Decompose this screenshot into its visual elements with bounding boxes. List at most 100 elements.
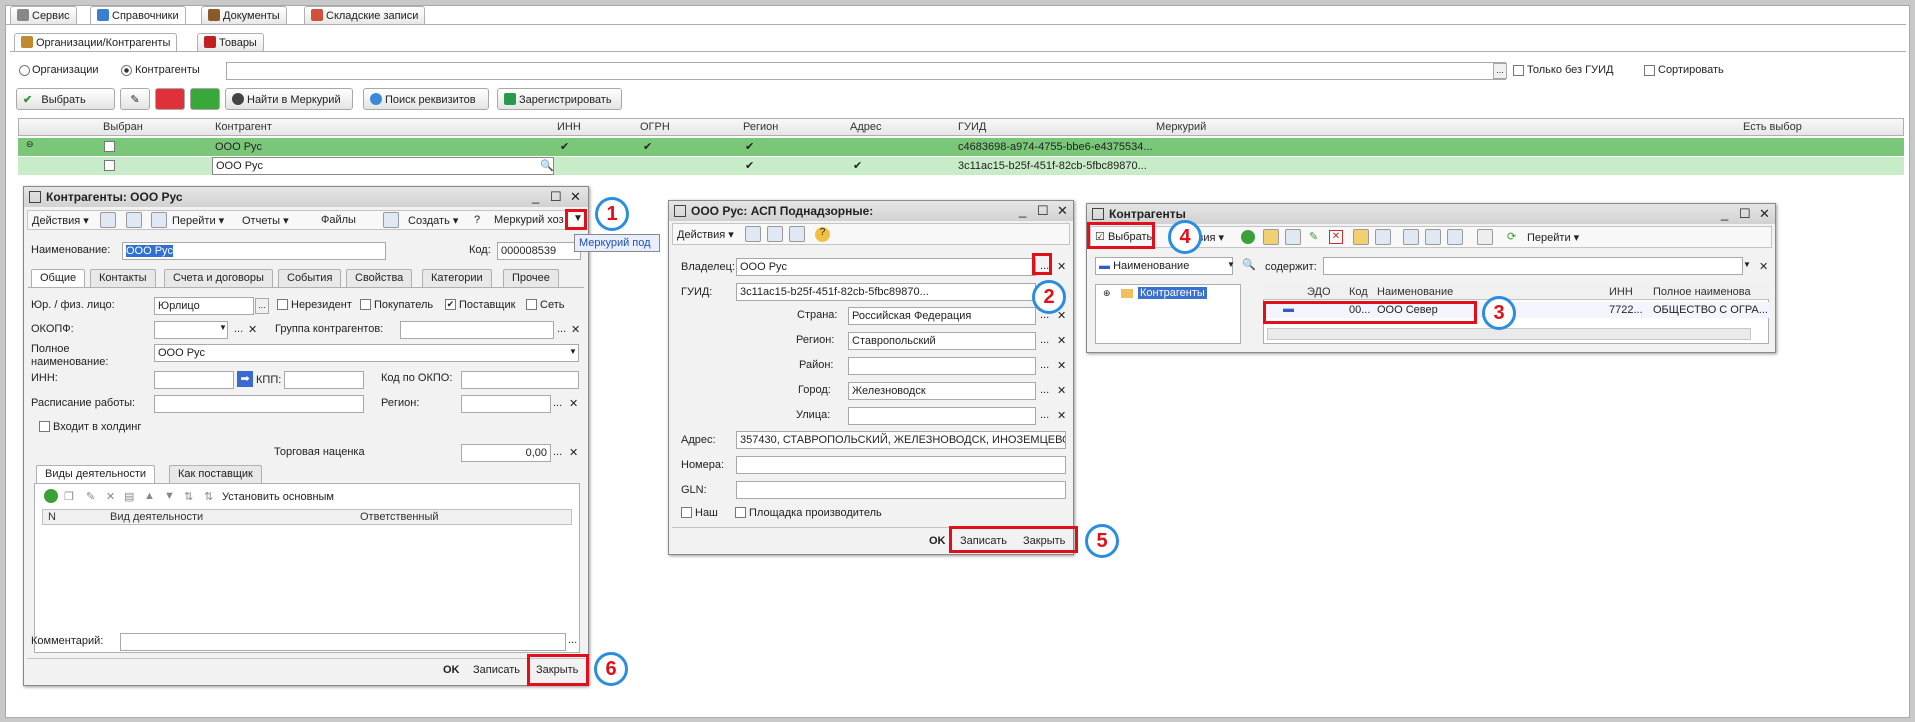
ok-button[interactable]: OK xyxy=(443,664,460,676)
inn-input[interactable] xyxy=(154,371,234,389)
arrow-up-icon[interactable]: ▲ xyxy=(144,490,155,502)
okpo-input[interactable] xyxy=(461,371,579,389)
menu-actions[interactable]: Действия ▾ xyxy=(677,228,734,241)
copy-icon[interactable] xyxy=(151,212,167,228)
arrow-right-icon[interactable]: ➡ xyxy=(237,371,253,387)
sort-desc-icon[interactable]: ⇅ xyxy=(204,490,213,503)
numbers-input[interactable] xyxy=(736,456,1066,474)
tab-warehouse[interactable]: Складские записи xyxy=(304,6,426,24)
clear-icon[interactable]: ✕ xyxy=(569,446,578,459)
kpp-input[interactable] xyxy=(284,371,364,389)
pencil-icon[interactable]: ✎ xyxy=(86,490,95,503)
row-checkbox[interactable] xyxy=(104,141,115,152)
chevron-down-icon[interactable]: ▼ xyxy=(569,347,577,356)
find-mercury-button[interactable]: Найти в Меркурий xyxy=(225,88,353,110)
fullname-input[interactable]: ООО Рус xyxy=(154,344,579,362)
radio-kontr[interactable] xyxy=(121,65,132,76)
copy-icon[interactable] xyxy=(789,226,805,242)
chevron-down-icon[interactable]: ▼ xyxy=(1743,260,1751,269)
ours-checkbox[interactable] xyxy=(681,507,692,518)
guid-input[interactable]: 3c11ac15-b25f-451f-82cb-5fbc89870... xyxy=(736,283,1036,301)
menu-reports[interactable]: Отчеты ▾ xyxy=(242,214,289,227)
okopf-dots[interactable]: ... xyxy=(234,323,243,335)
set-main-button[interactable]: Установить основным xyxy=(222,491,334,503)
horizontal-scrollbar[interactable] xyxy=(1267,328,1751,340)
filter-field-select[interactable]: ▬ Наименование xyxy=(1095,257,1233,275)
delete-button[interactable] xyxy=(155,88,185,110)
tab-properties[interactable]: Свойства xyxy=(346,269,413,287)
schedule-input[interactable] xyxy=(154,395,364,413)
tab-as-supplier[interactable]: Как поставщик xyxy=(169,465,262,483)
arrow-down-icon[interactable]: ▼ xyxy=(164,490,175,502)
menu-goto[interactable]: Перейти ▾ xyxy=(1527,231,1579,244)
ok-button[interactable]: OK xyxy=(929,535,946,547)
minimize-icon[interactable]: _ xyxy=(1721,206,1728,221)
copy-icon[interactable]: ❐ xyxy=(64,490,74,503)
filter-settings-icon[interactable] xyxy=(1447,229,1463,245)
country-input[interactable]: Российская Федерация xyxy=(848,307,1036,325)
menu-actions[interactable]: Действия ▾ xyxy=(32,214,89,227)
markup-input[interactable]: 0,00 xyxy=(461,444,551,462)
filter-value-icon[interactable] xyxy=(1425,229,1441,245)
only-no-guid-checkbox[interactable] xyxy=(1513,65,1524,76)
region-input[interactable] xyxy=(461,395,551,413)
group-dots[interactable]: ... xyxy=(557,323,566,335)
sort-checkbox[interactable] xyxy=(1644,65,1655,76)
edit-button[interactable]: ✎ xyxy=(120,88,150,110)
tab-documents[interactable]: Документы xyxy=(201,6,287,24)
save-button[interactable]: Записать xyxy=(473,664,520,676)
add-icon[interactable] xyxy=(1241,230,1255,244)
row-kontr-edit[interactable]: ООО Рус xyxy=(212,157,554,175)
tab-general[interactable]: Общие xyxy=(31,269,86,287)
chevron-down-icon[interactable]: ▼ xyxy=(1227,260,1235,269)
add-icon[interactable] xyxy=(44,489,58,503)
search-req-button[interactable]: Поиск реквизитов xyxy=(363,88,489,110)
maximize-icon[interactable]: ☐ xyxy=(1739,206,1751,222)
tree-root[interactable]: Контрагенты xyxy=(1138,287,1207,299)
clear-icon[interactable]: ✕ xyxy=(1057,359,1066,372)
doc-icon[interactable] xyxy=(745,226,761,242)
clear-icon[interactable]: ✕ xyxy=(569,397,578,410)
district-dots[interactable]: ... xyxy=(1040,359,1049,371)
clear-icon[interactable]: ✕ xyxy=(1759,260,1768,273)
tab-contacts[interactable]: Контакты xyxy=(90,269,156,287)
gln-input[interactable] xyxy=(736,481,1066,499)
close-icon[interactable]: ✕ xyxy=(570,189,581,205)
city-input[interactable]: Железноводск xyxy=(848,382,1036,400)
menu-create[interactable]: Создать ▾ xyxy=(408,214,458,227)
maximize-icon[interactable]: ☐ xyxy=(1037,203,1049,219)
tab-org-kontr[interactable]: Организации/Контрагенты xyxy=(14,33,178,51)
image-icon[interactable] xyxy=(767,226,783,242)
search-icon[interactable]: 🔍 xyxy=(1242,258,1256,271)
mercury-dropdown-item[interactable]: Меркурий под xyxy=(574,234,660,252)
contains-input[interactable] xyxy=(1323,257,1743,275)
clear-icon[interactable]: ✕ xyxy=(1057,334,1066,347)
tab-activities[interactable]: Виды деятельности xyxy=(36,465,156,483)
save-icon[interactable]: ▤ xyxy=(124,490,134,503)
address-input[interactable]: 357430, СТАВРОПОЛЬСКИЙ, ЖЕЛЕЗНОВОДСК, ИН… xyxy=(736,431,1066,449)
markup-dots[interactable]: ... xyxy=(553,446,562,458)
code-input[interactable]: 000008539 xyxy=(497,242,581,260)
tab-categories[interactable]: Категории xyxy=(422,269,492,287)
register-button[interactable]: Зарегистрировать xyxy=(497,88,622,110)
comment-dots[interactable]: ... xyxy=(568,634,577,646)
okopf-input[interactable] xyxy=(154,321,228,339)
copy-icon[interactable] xyxy=(1285,229,1301,245)
buyer-checkbox[interactable] xyxy=(360,299,371,310)
filter-clear-icon[interactable] xyxy=(1477,229,1493,245)
delete-icon[interactable]: ✕ xyxy=(1329,230,1343,244)
nonresident-checkbox[interactable] xyxy=(277,299,288,310)
filter-icon[interactable] xyxy=(1403,229,1419,245)
minimize-icon[interactable]: _ xyxy=(1019,203,1026,218)
supplier-checkbox[interactable]: ✔ xyxy=(445,299,456,310)
help-icon[interactable]: ? xyxy=(474,214,480,226)
region-dots[interactable]: ... xyxy=(1040,334,1049,346)
folder-add-icon[interactable] xyxy=(1263,229,1279,245)
producer-checkbox[interactable] xyxy=(735,507,746,518)
clear-icon[interactable]: ✕ xyxy=(1057,409,1066,422)
clear-icon[interactable]: ✕ xyxy=(571,323,580,336)
comment-input[interactable] xyxy=(120,633,566,651)
pencil-icon[interactable]: ✎ xyxy=(1309,230,1318,243)
clear-icon[interactable]: ✕ xyxy=(248,323,257,336)
close-icon[interactable]: ✕ xyxy=(1759,206,1770,222)
